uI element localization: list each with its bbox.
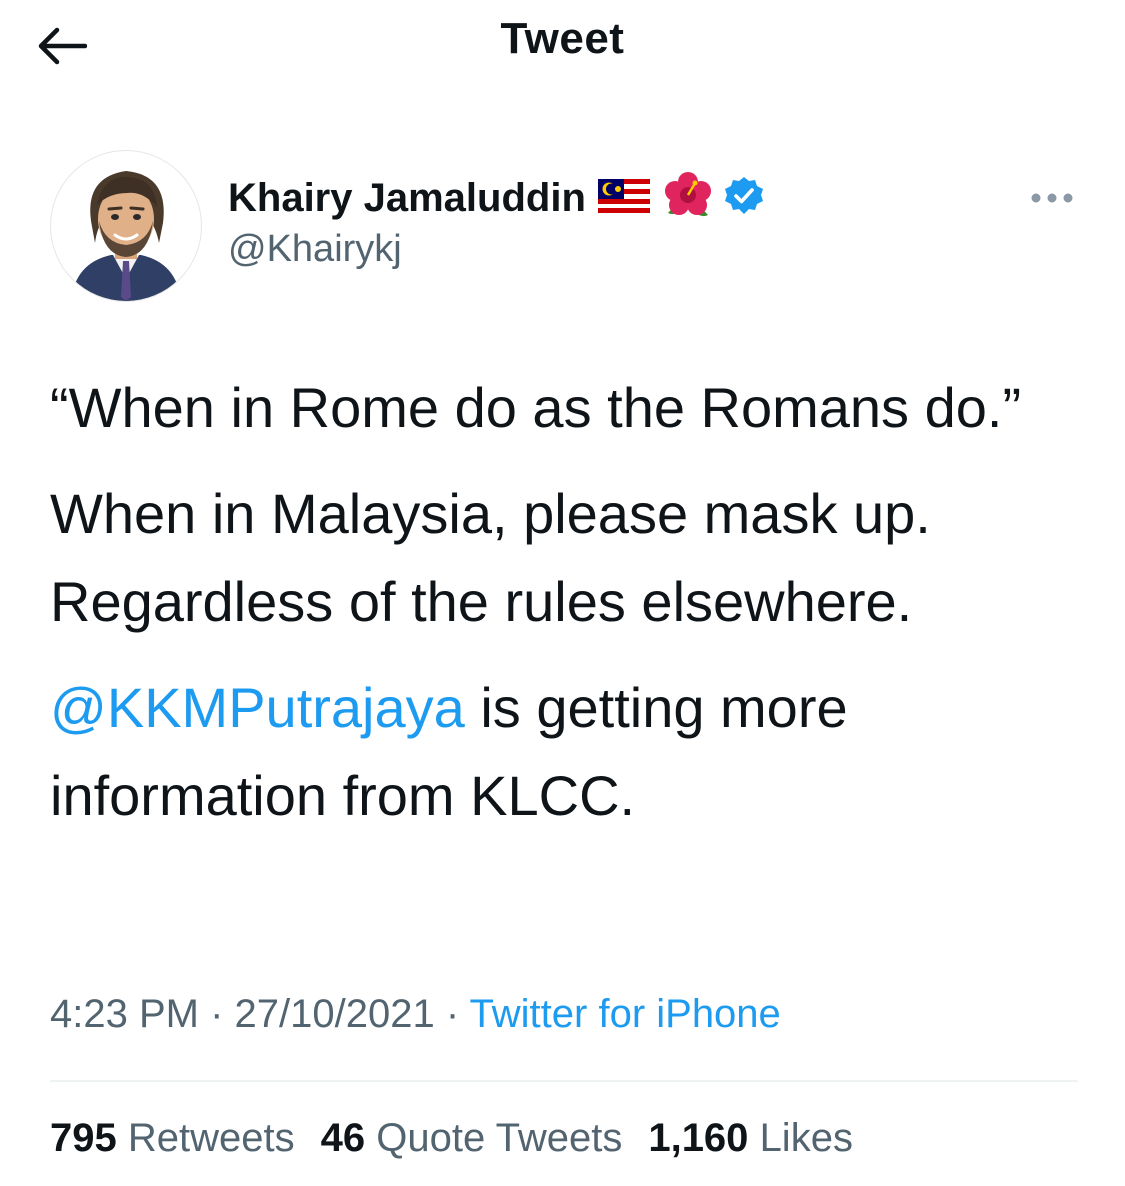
meta-separator: · — [198, 992, 235, 1036]
malaysia-flag-icon — [597, 177, 650, 220]
meta-separator: · — [434, 992, 470, 1036]
tweet-line: Regardless of the rules elsewhere. — [50, 570, 913, 633]
stat-label: Retweets — [127, 1116, 295, 1160]
stat-label: Quote Tweets — [376, 1116, 623, 1160]
likes-stat[interactable]: 1,160 Likes — [648, 1116, 853, 1161]
tweet-paragraph: @KKMPutrajaya is getting more informatio… — [50, 664, 1080, 840]
tweet-date[interactable]: 27/10/2021 — [235, 992, 435, 1036]
stat-label: Likes — [759, 1116, 853, 1160]
tweet-stats: 795 Retweets 46 Quote Tweets 1,160 Likes — [50, 1116, 879, 1161]
tweet-text: “When in Rome do as the Romans do.” When… — [50, 364, 1080, 858]
tweet-paragraph: When in Malaysia, please mask up. Regardl… — [50, 470, 1080, 646]
author-display-name[interactable]: Khairy Jamaluddin — [228, 176, 586, 221]
tweet-line: When in Malaysia, please mask up. — [50, 482, 931, 545]
page-title: Tweet — [500, 14, 625, 63]
verified-badge-icon — [724, 176, 764, 221]
retweets-stat[interactable]: 795 Retweets — [50, 1116, 295, 1161]
stat-count: 46 — [320, 1116, 366, 1160]
more-options-button[interactable] — [1028, 180, 1076, 216]
divider — [50, 1080, 1078, 1082]
tweet-paragraph: “When in Rome do as the Romans do.” — [50, 376, 1022, 439]
top-bar: Tweet — [0, 0, 1125, 90]
tweet-time[interactable]: 4:23 PM — [50, 992, 199, 1036]
hibiscus-icon — [662, 171, 714, 226]
avatar[interactable] — [50, 150, 202, 302]
stat-count: 1,160 — [648, 1116, 749, 1160]
mention-link[interactable]: @KKMPutrajaya — [50, 676, 465, 739]
author-handle[interactable]: @Khairykj — [228, 228, 764, 271]
tweet-meta: 4:23 PM · 27/10/2021 · Twitter for iPhon… — [50, 992, 781, 1037]
cartoon-avatar-icon — [71, 171, 181, 301]
tweet-source-link[interactable]: Twitter for iPhone — [470, 992, 781, 1036]
author-name-row: Khairy Jamaluddin — [228, 170, 764, 226]
stat-count: 795 — [50, 1116, 117, 1160]
more-horizontal-icon — [1031, 193, 1073, 203]
author-info: Khairy Jamaluddin @Khairykj — [228, 170, 764, 271]
quote-tweets-stat[interactable]: 46 Quote Tweets — [321, 1116, 623, 1161]
